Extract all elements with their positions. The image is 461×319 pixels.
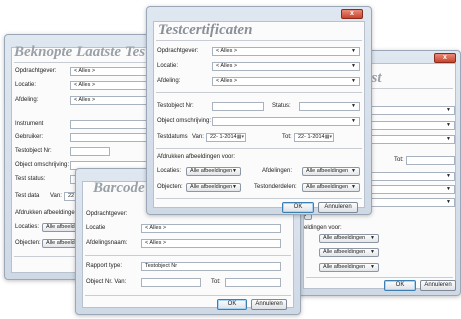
opt1-dropdown[interactable]: Alle afbeeldingen ▼ (319, 234, 379, 243)
window-title: Beknopte Laatste Tes (14, 44, 146, 60)
locaties-label: Locaties: (15, 224, 40, 230)
status-select[interactable]: ▼ (299, 102, 360, 111)
objectnr-tot-input[interactable] (225, 278, 281, 287)
testdata-label: Test data (15, 193, 40, 199)
afdelingen-dropdown[interactable]: Alle afbeeldingen ▼ (302, 167, 360, 176)
objecten-label: Objecten: (15, 240, 41, 246)
status-label: Status: (272, 103, 291, 109)
omschrijving-label: Object omschrijving: (15, 162, 70, 168)
afdeling-label: Afdeling: (157, 78, 181, 84)
afdrukken-label: Afdrukken afbeeldingen (15, 210, 79, 216)
testobject-label: Testobject Nr: (15, 148, 52, 154)
section-rule (85, 255, 291, 256)
calendar-icon[interactable]: ▦▾ (325, 134, 332, 141)
rapport-label: Rapport type: (86, 263, 123, 269)
testobject-input[interactable] (212, 102, 264, 111)
gebruiker-label: Gebruiker: (15, 134, 44, 140)
omschrijving-label: Object omschrijving: (157, 118, 212, 124)
afdrukken-label: eldingen voor: (304, 225, 342, 231)
cancel-button[interactable]: Annuleren (420, 280, 456, 291)
ok-button[interactable]: OK (282, 202, 314, 213)
van-label: Van: (192, 134, 204, 140)
locatie-label: Locatie: (15, 82, 37, 88)
tot-label: Tot: (394, 157, 404, 163)
objectnr-label: Object Nr. Van: (86, 279, 127, 285)
window-title: Testcertificaten (158, 22, 253, 38)
close-icon[interactable]: x (341, 9, 363, 19)
tot-input[interactable] (406, 156, 455, 165)
locatie-select[interactable]: < Alles > ▼ (212, 62, 360, 71)
section-rule (156, 148, 362, 149)
opdrachtgever-label: Opdrachtgever: (86, 211, 128, 217)
ok-button[interactable]: OK (384, 280, 416, 291)
opdrachtgever-select[interactable]: < Alles > ▼ (212, 47, 360, 56)
bottom-rule (156, 198, 362, 199)
afdeling-select[interactable]: < Alles > ▼ (212, 77, 360, 86)
teststatus-label: Test status: (15, 176, 46, 182)
opt3-dropdown[interactable]: Alle afbeeldingen ▼ (319, 263, 379, 272)
locatie-label: Locatie (86, 225, 106, 231)
instrument-label: Instrument (15, 121, 44, 127)
afdeling-label: Afdeling: (15, 97, 39, 103)
testdatums-label: Testdatums (157, 134, 188, 140)
testobject-label: Testobject Nr: (157, 103, 194, 109)
objecten-label: Objecten: (157, 184, 183, 190)
window-testcertificaten: x Testcertificaten Opdrachtgever: < Alle… (146, 6, 372, 215)
locatie-select[interactable]: < Alles > (141, 224, 281, 233)
objectnr-van-input[interactable] (141, 278, 201, 287)
window-client: Testcertificaten Opdrachtgever: < Alles … (153, 21, 365, 213)
locatie-label: Locatie: (157, 63, 179, 69)
van-date-picker[interactable]: 22- 1-2014 ▦▾ (206, 133, 246, 142)
afdrukken-label: Afdrukken afbeeldingen voor: (157, 154, 236, 160)
ok-button[interactable]: OK (217, 299, 247, 310)
testobject-input[interactable] (70, 147, 110, 156)
omschrijving-select[interactable]: ▼ (212, 117, 360, 126)
title-rule (156, 40, 362, 41)
calendar-icon[interactable]: ▦▾ (237, 134, 244, 141)
afdelingsnaam-label: Afdelingsnaam: (86, 240, 128, 246)
afdelingsnaam-select[interactable]: < Alles > (141, 239, 281, 248)
tot-date-picker[interactable]: 22- 1-2014 ▦▾ (294, 133, 334, 142)
tot-label: Tot: (282, 134, 292, 140)
locaties-dropdown[interactable]: Alle afbeeldingen ▼ (186, 167, 241, 176)
section-rule (156, 92, 362, 93)
cancel-button[interactable]: Annuleren (318, 202, 358, 213)
close-icon[interactable]: x (434, 53, 456, 63)
tot-label: Tot: (211, 279, 221, 285)
testonderdelen-label: Testonderdelen: (254, 184, 297, 190)
objecten-dropdown[interactable]: Alle afbeeldingen ▼ (186, 183, 241, 192)
bottom-rule (306, 277, 453, 278)
testonderdelen-dropdown[interactable]: Alle afbeeldingen ▼ (302, 183, 360, 192)
bottom-rule (85, 295, 291, 296)
cancel-button[interactable]: Annuleren (251, 299, 287, 310)
opt2-dropdown[interactable]: Alle afbeeldingen ▼ (319, 248, 379, 257)
rapport-select[interactable]: Testobject Nr (141, 262, 281, 271)
opdrachtgever-label: Opdrachtgever: (15, 68, 57, 74)
opdrachtgever-label: Opdrachtgever: (157, 48, 199, 54)
locaties-label: Locaties: (157, 168, 182, 174)
afdelingen-label: Afdelingen: (262, 168, 293, 174)
van-label: Van: (50, 193, 62, 199)
